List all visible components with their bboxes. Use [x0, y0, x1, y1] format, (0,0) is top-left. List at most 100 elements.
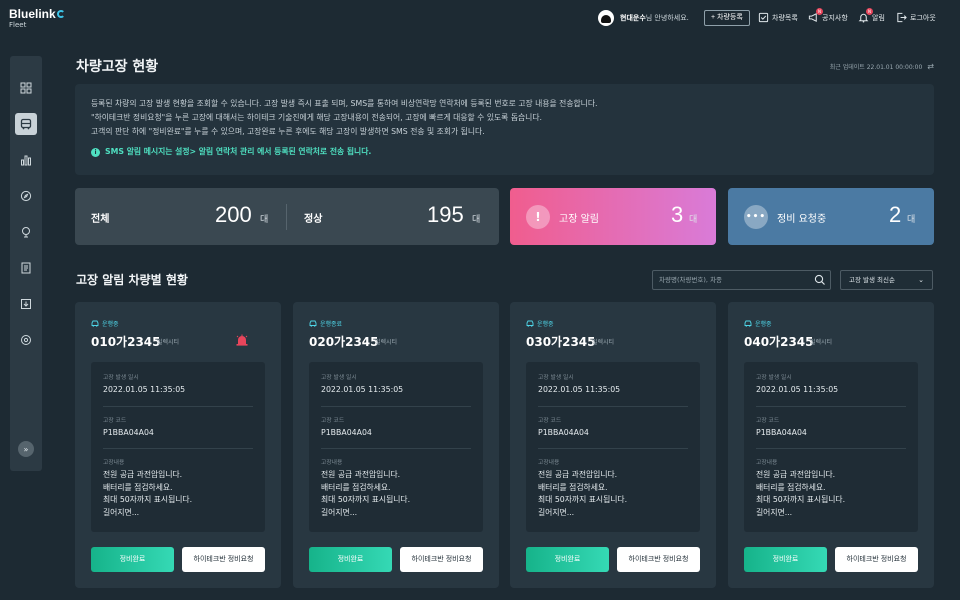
- fault-content-label: 고장내용: [103, 460, 125, 467]
- fault-time-label: 고장 발생 일시: [756, 375, 792, 381]
- exclamation-icon: !: [526, 205, 550, 229]
- vehicle-card: 운행중 040가2345 일렉시티고장 발생 일시 2022.01.05 11:35:…: [728, 302, 934, 588]
- vehicle-status: 운행종료: [309, 319, 342, 328]
- stat-divider: [286, 204, 287, 230]
- fault-content-line: 최대 50자까지 표시됩니다.: [538, 495, 628, 505]
- chart-icon: [21, 155, 31, 166]
- repair-complete-button[interactable]: 정비완료: [91, 547, 174, 572]
- refresh-icon[interactable]: ⇄: [927, 62, 934, 71]
- fault-content-line: 길어지면...: [538, 507, 575, 517]
- notification-badge: N: [866, 8, 873, 15]
- fault-time-value: 2022.01.05 11:35:05: [756, 385, 839, 394]
- repair-complete-button[interactable]: 정비완료: [526, 547, 609, 572]
- fault-content-line: 전원 공급 과전압입니다.: [103, 470, 183, 480]
- divider: [538, 448, 688, 450]
- sidebar-item-vehicle[interactable]: [15, 113, 37, 135]
- siren-alert-icon: [236, 334, 248, 346]
- vehicle-status-text: 운행종료: [320, 321, 343, 328]
- fault-content-line: 최대 50자까지 표시됩니다.: [103, 495, 193, 505]
- car-icon: [91, 320, 99, 327]
- sidebar-expand-button[interactable]: »: [18, 441, 34, 457]
- fault-content-line: 길어지면...: [321, 507, 358, 517]
- fault-content-line: 배터리를 점검하세요.: [321, 482, 391, 492]
- fault-code-label: 고장 코드: [538, 417, 562, 424]
- vehicle-card: 운행종료 020가2345 일렉시티고장 발생 일시 2022.01.05 11:35…: [293, 302, 499, 588]
- avatar: [598, 10, 614, 26]
- sidebar-item-settings[interactable]: [15, 329, 37, 351]
- logo-ring-icon: [56, 10, 65, 18]
- sidebar-item-report[interactable]: [15, 257, 37, 279]
- sidebar-item-statistics[interactable]: [15, 149, 37, 171]
- vehicle-plate: 020가2345: [309, 335, 379, 349]
- hitech-request-button[interactable]: 하이테크반 정비요청: [835, 547, 918, 572]
- sidebar-item-dashboard[interactable]: [15, 77, 37, 99]
- fault-time-value: 2022.01.05 11:35:05: [321, 385, 404, 394]
- repair-complete-button[interactable]: 정비완료: [309, 547, 392, 572]
- notice-label: 공지사항: [822, 13, 848, 22]
- logout-icon: [896, 12, 907, 23]
- register-vehicle-button[interactable]: + 차량등록: [704, 10, 750, 26]
- stat-request-card[interactable]: ••• 정비 요청중 2 대: [728, 188, 934, 245]
- fault-time-value: 2022.01.05 11:35:05: [538, 385, 621, 394]
- vehicle-model: 일렉시티: [810, 339, 833, 346]
- hitech-request-button[interactable]: 하이테크반 정비요청: [617, 547, 700, 572]
- sort-select[interactable]: 고장 발생 최신순 ⌄: [840, 270, 933, 290]
- sidebar-item-navigation[interactable]: [15, 185, 37, 207]
- logout-label: 로그아웃: [910, 13, 936, 22]
- user-name: 현대운수: [620, 14, 646, 22]
- fault-code-value: P1BBA04A04: [321, 427, 372, 437]
- vehicle-list-label: 차량목록: [772, 13, 798, 22]
- search-input[interactable]: [659, 274, 809, 286]
- sidebar-item-location[interactable]: [15, 221, 37, 243]
- dots-icon: •••: [744, 205, 768, 229]
- logo[interactable]: Bluelink Fleet: [9, 8, 65, 29]
- divider: [756, 448, 906, 450]
- vehicle-list-link[interactable]: 차량목록: [758, 12, 798, 23]
- fault-content-line: 길어지면...: [756, 507, 793, 517]
- normal-value: 195: [427, 202, 464, 227]
- repair-complete-button[interactable]: 정비완료: [744, 547, 827, 572]
- vehicle-status-text: 운행중: [102, 321, 119, 328]
- total-unit: 대: [260, 215, 269, 225]
- section-title: 고장 알림 차량별 현황: [76, 273, 188, 287]
- notice-link[interactable]: N 공지사항: [808, 8, 848, 23]
- logout-link[interactable]: 로그아웃: [896, 12, 936, 23]
- location-icon: [22, 227, 30, 238]
- vehicle-model: 일렉시티: [592, 339, 615, 346]
- sms-note: i SMS 알림 메시지는 설정> 알림 연락처 관리 에서 등록된 연락처로 전…: [91, 145, 918, 159]
- fault-content-line: 전원 공급 과전압입니다.: [321, 470, 401, 480]
- greeting-text: 님 안녕하세요.: [645, 14, 689, 22]
- vehicle-model: 일렉시티: [375, 339, 398, 346]
- vehicle-status: 운행중: [526, 319, 554, 328]
- divider: [321, 405, 471, 407]
- vehicle-plate: 010가2345: [91, 335, 161, 349]
- bus-icon: [20, 118, 32, 130]
- vehicle-plate: 030가2345: [526, 335, 596, 349]
- request-label: 정비 요청중: [777, 214, 827, 225]
- sidebar-item-download[interactable]: [15, 293, 37, 315]
- search-icon[interactable]: [814, 274, 826, 286]
- fault-detail-box: 고장 발생 일시 2022.01.05 11:35:05 고장 코드 P1BBA04A…: [526, 362, 700, 532]
- normal-label: 정상: [304, 214, 323, 225]
- chevron-down-icon: ⌄: [918, 276, 924, 284]
- fault-time-label: 고장 발생 일시: [321, 375, 357, 381]
- fault-code-value: P1BBA04A04: [103, 427, 154, 437]
- fault-time-value: 2022.01.05 11:35:05: [103, 385, 186, 394]
- info-line: 등록된 차량의 고장 발생 현황을 조회할 수 있습니다. 고장 발생 즉시 표…: [91, 99, 598, 108]
- sidebar-nav: »: [10, 56, 42, 471]
- hitech-request-button[interactable]: 하이테크반 정비요청: [400, 547, 483, 572]
- vehicle-status-text: 운행중: [755, 321, 772, 328]
- car-icon: [309, 320, 317, 327]
- fault-content-line: 최대 50자까지 표시됩니다.: [756, 495, 846, 505]
- user-greeting: 현대운수 님 안녕하세요.: [598, 10, 689, 26]
- dashboard-icon: [20, 82, 32, 94]
- vehicle-plate: 040가2345: [744, 335, 814, 349]
- hitech-request-button[interactable]: 하이테크반 정비요청: [182, 547, 265, 572]
- vehicle-card: 운행중 030가2345 일렉시티 고장 발생 일시 2022.01.05 11:35:…: [510, 302, 716, 588]
- notification-link[interactable]: N 알림: [858, 8, 885, 23]
- fault-code-label: 고장 코드: [321, 417, 345, 424]
- car-list-icon: [758, 12, 769, 23]
- stat-alert-card[interactable]: ! 고장 알림 3 대: [510, 188, 716, 245]
- sms-note-text: SMS 알림 메시지는 설정> 알림 연락처 관리 에서 등록된 연락처로 전송…: [105, 147, 372, 156]
- info-line: 고객의 판단 하에 "정비완료"를 누를 수 있으며, 고장완료 누른 후에도 …: [91, 127, 485, 136]
